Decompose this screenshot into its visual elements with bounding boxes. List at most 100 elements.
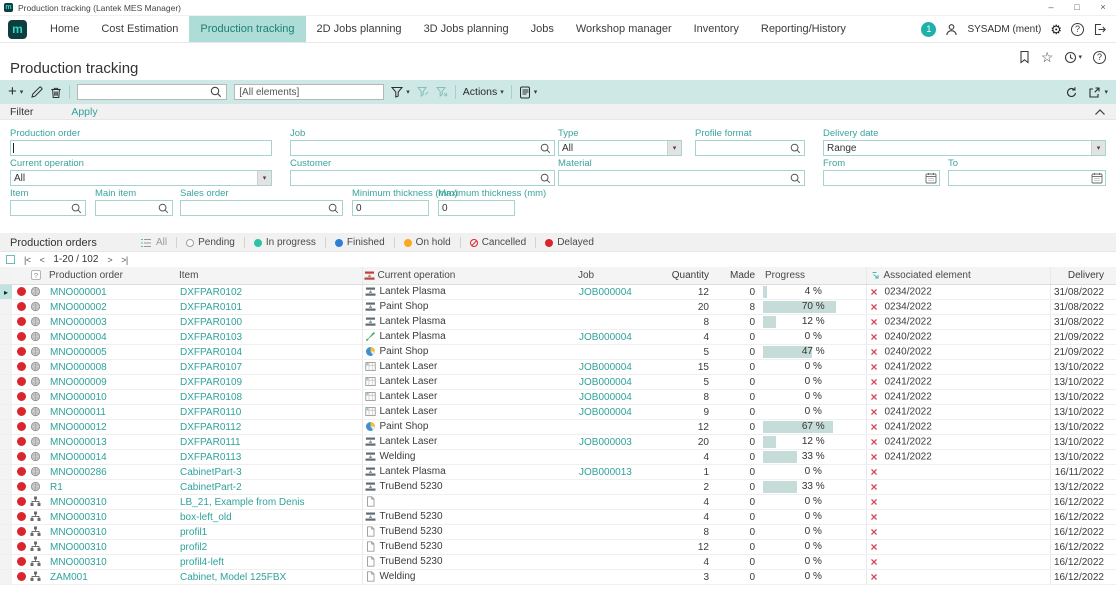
remove-association-icon[interactable]: × xyxy=(871,495,885,509)
col-item[interactable]: Item xyxy=(178,267,362,285)
minimize-button[interactable]: – xyxy=(1038,0,1064,15)
item-link[interactable]: profil1 xyxy=(178,525,362,540)
job-link[interactable] xyxy=(577,525,667,540)
production-order-link[interactable]: MNO000310 xyxy=(48,555,178,570)
table-row[interactable]: ZAM001 Cabinet, Model 125FBX Welding 3 0… xyxy=(0,570,1116,585)
help-icon[interactable]: ? xyxy=(1071,23,1084,36)
row-selector[interactable] xyxy=(0,405,12,420)
remove-association-icon[interactable]: × xyxy=(871,285,885,299)
row-selector[interactable] xyxy=(0,480,12,495)
job-link[interactable] xyxy=(577,420,667,435)
job-link[interactable]: JOB000013 xyxy=(577,465,667,480)
production-order-link[interactable]: MNO000310 xyxy=(48,540,178,555)
notification-badge[interactable]: 1 xyxy=(921,22,936,37)
job-link[interactable] xyxy=(577,345,667,360)
remove-association-icon[interactable]: × xyxy=(871,300,885,314)
refresh-icon[interactable] xyxy=(1065,86,1078,99)
row-selector[interactable] xyxy=(0,570,12,585)
job-link[interactable] xyxy=(577,555,667,570)
job-link[interactable] xyxy=(577,510,667,525)
table-row[interactable]: MNO000010 DXFPAR0108 Lantek Laser JOB000… xyxy=(0,390,1116,405)
remove-association-icon[interactable]: × xyxy=(871,555,885,569)
job-link[interactable] xyxy=(577,570,667,585)
job-link[interactable]: JOB000004 xyxy=(577,390,667,405)
chevron-down-icon[interactable]: ▾ xyxy=(257,171,271,185)
production-order-link[interactable]: MNO000310 xyxy=(48,525,178,540)
item-link[interactable]: DXFPAR0101 xyxy=(178,300,362,315)
actions-button[interactable]: Actions▾ xyxy=(463,86,504,98)
job-search-input[interactable] xyxy=(290,140,555,156)
menu-item-cost-estimation[interactable]: Cost Estimation xyxy=(90,16,189,42)
search-icon[interactable] xyxy=(158,203,169,214)
item-link[interactable]: DXFPAR0104 xyxy=(178,345,362,360)
item-link[interactable]: Cabinet, Model 125FBX xyxy=(178,570,362,585)
calendar-icon[interactable] xyxy=(1091,172,1103,184)
row-selector[interactable] xyxy=(0,315,12,330)
job-link[interactable]: JOB000004 xyxy=(577,405,667,420)
production-order-link[interactable]: MNO000286 xyxy=(48,465,178,480)
profile-format-search-input[interactable] xyxy=(695,140,805,156)
table-row[interactable]: MNO000310 profil4-left TruBend 5230 4 0 … xyxy=(0,555,1116,570)
filter-funnel-icon[interactable]: ▾ xyxy=(391,86,410,98)
col-quantity[interactable]: Quantity xyxy=(667,267,715,285)
item-link[interactable]: box-left_old xyxy=(178,510,362,525)
row-selector[interactable] xyxy=(0,465,12,480)
table-row[interactable]: MNO000310 LB_21, Example from Denis 4 0 … xyxy=(0,495,1116,510)
remove-association-icon[interactable]: × xyxy=(871,330,885,344)
job-link[interactable] xyxy=(577,315,667,330)
production-order-link[interactable]: MNO000002 xyxy=(48,300,178,315)
table-row[interactable]: MNO000310 box-left_old TruBend 5230 4 0 … xyxy=(0,510,1116,525)
from-date-input[interactable] xyxy=(823,170,940,186)
job-link[interactable] xyxy=(577,300,667,315)
production-order-link[interactable]: MNO000011 xyxy=(48,405,178,420)
menu-item-production-tracking[interactable]: Production tracking xyxy=(189,16,305,42)
table-row[interactable]: MNO000008 DXFPAR0107 Lantek Laser JOB000… xyxy=(0,360,1116,375)
row-selector[interactable] xyxy=(0,300,12,315)
search-icon[interactable] xyxy=(328,203,339,214)
production-order-link[interactable]: MNO000310 xyxy=(48,510,178,525)
menu-item-3d-jobs-planning[interactable]: 3D Jobs planning xyxy=(413,16,520,42)
current-operation-select[interactable]: All▾ xyxy=(10,170,272,186)
user-name[interactable]: SYSADM (ment) xyxy=(967,24,1041,35)
max-thickness-input[interactable] xyxy=(438,200,515,216)
app-logo[interactable]: m xyxy=(8,20,27,39)
col-delivery[interactable]: Delivery xyxy=(1050,267,1116,285)
table-row[interactable]: MNO000310 profil1 TruBend 5230 8 0 0 % ×… xyxy=(0,525,1116,540)
add-button[interactable]: +▾ xyxy=(8,85,23,99)
row-selector[interactable] xyxy=(0,495,12,510)
calendar-icon[interactable] xyxy=(925,172,937,184)
remove-association-icon[interactable]: × xyxy=(871,435,885,449)
production-order-link[interactable]: MNO000013 xyxy=(48,435,178,450)
quick-search-input[interactable] xyxy=(82,87,210,98)
remove-association-icon[interactable]: × xyxy=(871,450,885,464)
logout-icon[interactable] xyxy=(1093,23,1106,36)
search-scope-dropdown[interactable]: [All elements] xyxy=(234,84,384,100)
production-order-link[interactable]: MNO000004 xyxy=(48,330,178,345)
item-link[interactable]: DXFPAR0112 xyxy=(178,420,362,435)
production-order-link[interactable]: MNO000014 xyxy=(48,450,178,465)
table-row[interactable]: MNO000014 DXFPAR0113 Welding 4 0 33 % ×0… xyxy=(0,450,1116,465)
remove-association-icon[interactable]: × xyxy=(871,390,885,404)
close-button[interactable]: × xyxy=(1090,0,1116,15)
history-clock-icon[interactable]: ▾ xyxy=(1064,51,1082,64)
item-link[interactable]: DXFPAR0100 xyxy=(178,315,362,330)
remove-association-icon[interactable]: × xyxy=(871,345,885,359)
job-link[interactable] xyxy=(577,480,667,495)
remove-association-icon[interactable]: × xyxy=(871,315,885,329)
search-icon[interactable] xyxy=(790,143,801,154)
production-order-link[interactable]: MNO000005 xyxy=(48,345,178,360)
settings-gear-icon[interactable]: ⚙ xyxy=(1050,23,1062,36)
col-associated-element[interactable]: Associated element xyxy=(866,267,1050,285)
item-link[interactable]: DXFPAR0109 xyxy=(178,375,362,390)
search-icon[interactable] xyxy=(71,203,82,214)
item-link[interactable]: LB_21, Example from Denis xyxy=(178,495,362,510)
legend-in-progress[interactable]: In progress xyxy=(254,237,316,248)
page-help-icon[interactable]: ? xyxy=(1093,51,1106,64)
next-page-icon[interactable]: > xyxy=(107,255,112,265)
job-link[interactable] xyxy=(577,540,667,555)
production-order-input[interactable] xyxy=(10,140,272,156)
legend-finished[interactable]: Finished xyxy=(335,237,385,248)
table-row[interactable]: MNO000005 DXFPAR0104 Paint Shop 5 0 47 %… xyxy=(0,345,1116,360)
production-order-link[interactable]: MNO000012 xyxy=(48,420,178,435)
table-row[interactable]: ▸ MNO000001 DXFPAR0102 Lantek Plasma JOB… xyxy=(0,285,1116,300)
